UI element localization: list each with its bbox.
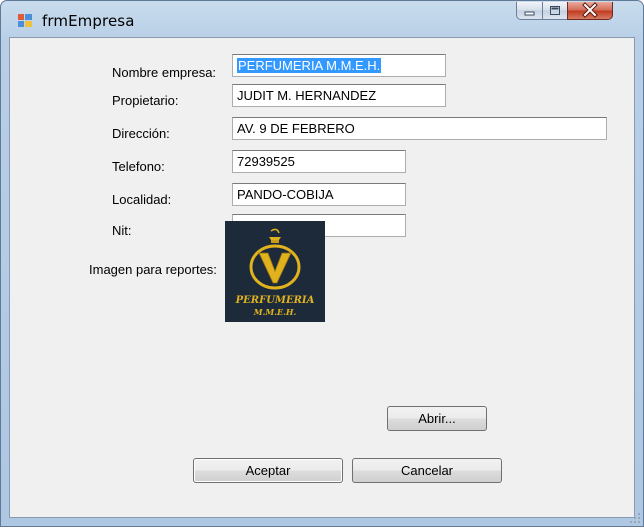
direccion-field[interactable]: AV. 9 DE FEBRERO xyxy=(232,117,607,140)
maximize-icon xyxy=(550,6,560,15)
nombre-empresa-field[interactable]: PERFUMERIA M.M.E.H. xyxy=(232,54,446,77)
direccion-label: Dirección: xyxy=(112,126,170,141)
telefono-label: Telefono: xyxy=(112,159,165,174)
propietario-label: Propietario: xyxy=(112,93,179,108)
localidad-field[interactable]: PANDO-COBIJA xyxy=(232,183,406,206)
aceptar-button[interactable]: Aceptar xyxy=(193,458,343,483)
nombre-empresa-label: Nombre empresa: xyxy=(112,65,217,80)
close-button[interactable] xyxy=(567,2,613,20)
resize-grip-icon[interactable] xyxy=(629,512,641,524)
close-icon xyxy=(582,2,598,18)
nombre-empresa-value: PERFUMERIA M.M.E.H. xyxy=(237,58,382,73)
minimize-icon xyxy=(524,11,535,16)
company-logo-image: PERFUMERIA M.M.E.H. xyxy=(225,221,325,322)
title-bar[interactable]: frmEmpresa xyxy=(1,1,643,37)
minimize-button[interactable] xyxy=(516,2,543,20)
winforms-app-icon xyxy=(18,14,32,27)
window-title: frmEmpresa xyxy=(42,12,135,30)
localidad-label: Localidad: xyxy=(112,192,172,207)
imagen-reportes-label: Imagen para reportes: xyxy=(89,262,217,277)
logo-line2: M.M.E.H. xyxy=(253,307,297,317)
maximize-button[interactable] xyxy=(542,2,568,20)
form-window: frmEmpresa Nombre empresa: PERFUMERIA M.… xyxy=(0,0,644,527)
nit-label: Nit: xyxy=(112,223,132,238)
logo-line1: PERFUMERIA xyxy=(235,295,315,306)
cancelar-button[interactable]: Cancelar xyxy=(352,458,502,483)
telefono-field[interactable]: 72939525 xyxy=(232,150,406,173)
abrir-button[interactable]: Abrir... xyxy=(387,406,487,431)
propietario-field[interactable]: JUDIT M. HERNANDEZ xyxy=(232,84,446,107)
